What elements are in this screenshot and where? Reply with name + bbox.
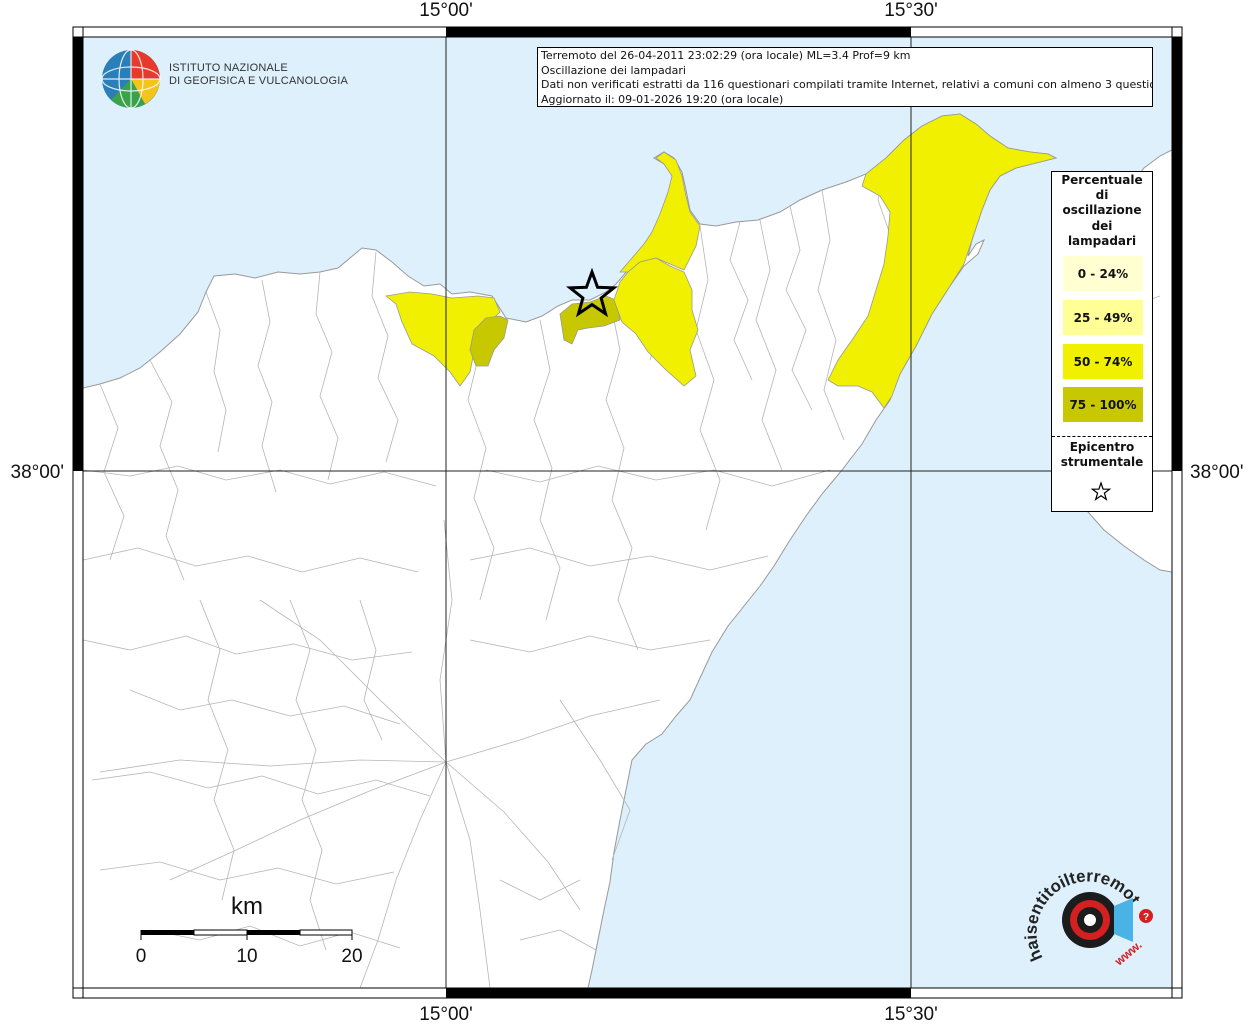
legend-class-50-74: 50 - 74% (1063, 344, 1143, 379)
lon-label-top-left: 15°00' (419, 0, 473, 21)
scale-tick-20: 20 (341, 946, 362, 967)
lat-label-left: 38°00' (11, 462, 65, 483)
scale-tick-0: 0 (136, 946, 147, 967)
legend-title-line: oscillazione (1062, 203, 1142, 218)
lon-label-bottom-right: 15°30' (884, 1004, 938, 1024)
info-line-event: Terremoto del 26-04-2011 23:02:29 (ora l… (541, 49, 911, 62)
legend-title-line: dei (1091, 218, 1113, 233)
legend-class-75-100: 75 - 100% (1063, 387, 1143, 422)
legend-class-25-49: 25 - 49% (1063, 300, 1143, 335)
legend-epicenter-line: Epicentro (1069, 440, 1135, 454)
info-line-updated: Aggiornato il: 09-01-2026 19:20 (ora loc… (541, 92, 784, 106)
info-line-title: Oscillazione dei lampadari (541, 63, 686, 77)
legend-title-line: lampadari (1067, 233, 1137, 248)
ingv-name-line1: ISTITUTO NAZIONALE (169, 62, 288, 74)
legend-title-line: di (1095, 188, 1109, 203)
star-icon (1090, 481, 1112, 501)
haisentito-logo: haisentitoilterremoto.it www. ? (1015, 848, 1153, 969)
legend-class-0-24: 0 - 24% (1063, 256, 1143, 291)
hsit-logo-prefix: www. (1111, 938, 1144, 969)
ingv-name-line2: DI GEOFISICA E VULCANOLOGIA (169, 75, 348, 87)
legend-title-line: Percentuale (1061, 173, 1143, 187)
legend-title: Percentuale di oscillazione dei lampadar… (1052, 173, 1152, 249)
svg-text:?: ? (1143, 912, 1149, 923)
lat-label-right: 38°00' (1190, 462, 1244, 483)
lon-label-top-right: 15°30' (884, 0, 938, 21)
legend-epicenter-label: Epicentro strumentale (1052, 440, 1152, 470)
earthquake-info-box: Terremoto del 26-04-2011 23:02:29 (ora l… (537, 47, 1153, 107)
scale-bar-title: km (231, 893, 263, 920)
legend-separator (1052, 436, 1152, 437)
info-line-source: Dati non verificati estratti da 116 ques… (541, 78, 1153, 91)
legend-epicenter-line: strumentale (1060, 455, 1144, 469)
lon-label-bottom-left: 15°00' (419, 1004, 473, 1024)
scale-tick-10: 10 (236, 946, 257, 967)
ingv-globe-logo (101, 49, 161, 109)
legend: Percentuale di oscillazione dei lampadar… (1051, 171, 1153, 512)
ingv-institute-name: ISTITUTO NAZIONALE DI GEOFISICA E VULCAN… (169, 62, 348, 88)
